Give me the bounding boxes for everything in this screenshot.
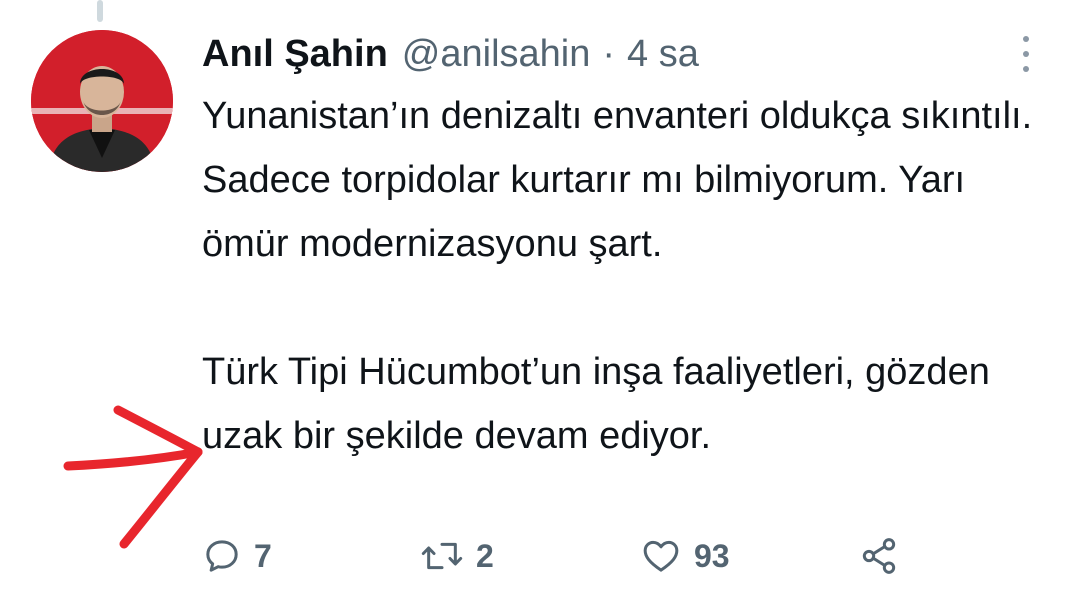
retweet-count: 2 xyxy=(476,537,494,574)
like-icon xyxy=(643,540,679,572)
like-count: 93 xyxy=(694,537,730,574)
tweet-timestamp[interactable]: 4 sa xyxy=(627,26,699,82)
share-button[interactable] xyxy=(858,528,900,584)
header-separator: · xyxy=(602,33,616,75)
retweet-button[interactable]: 2 xyxy=(420,528,494,584)
avatar-photo xyxy=(31,30,173,172)
more-dot xyxy=(1023,51,1029,57)
reply-count: 7 xyxy=(254,537,272,574)
tweet-actions: 7 2 93 xyxy=(202,528,962,584)
tweet-header: Anıl Şahin @anilsahin · 4 sa xyxy=(202,26,699,82)
tweet-paragraph: Türk Tipi Hücumbot’un inşa faaliyetleri,… xyxy=(202,351,990,457)
tweet-body: Yunanistan’ın denizaltı envanteri oldukç… xyxy=(202,84,1052,468)
reply-icon xyxy=(206,540,238,572)
red-arrow-annotation xyxy=(63,405,203,549)
retweet-icon xyxy=(421,542,463,570)
thread-connector-line xyxy=(97,0,103,22)
more-dot xyxy=(1023,36,1029,42)
tweet-paragraph: Yunanistan’ın denizaltı envanteri oldukç… xyxy=(202,95,1033,265)
author-handle[interactable]: @anilsahin xyxy=(402,26,591,82)
more-icon[interactable] xyxy=(1012,34,1040,74)
more-dot xyxy=(1023,66,1029,72)
reply-button[interactable]: 7 xyxy=(202,528,272,584)
avatar[interactable] xyxy=(31,30,173,172)
author-name[interactable]: Anıl Şahin xyxy=(202,26,388,82)
share-icon xyxy=(862,538,896,574)
like-button[interactable]: 93 xyxy=(640,528,730,584)
